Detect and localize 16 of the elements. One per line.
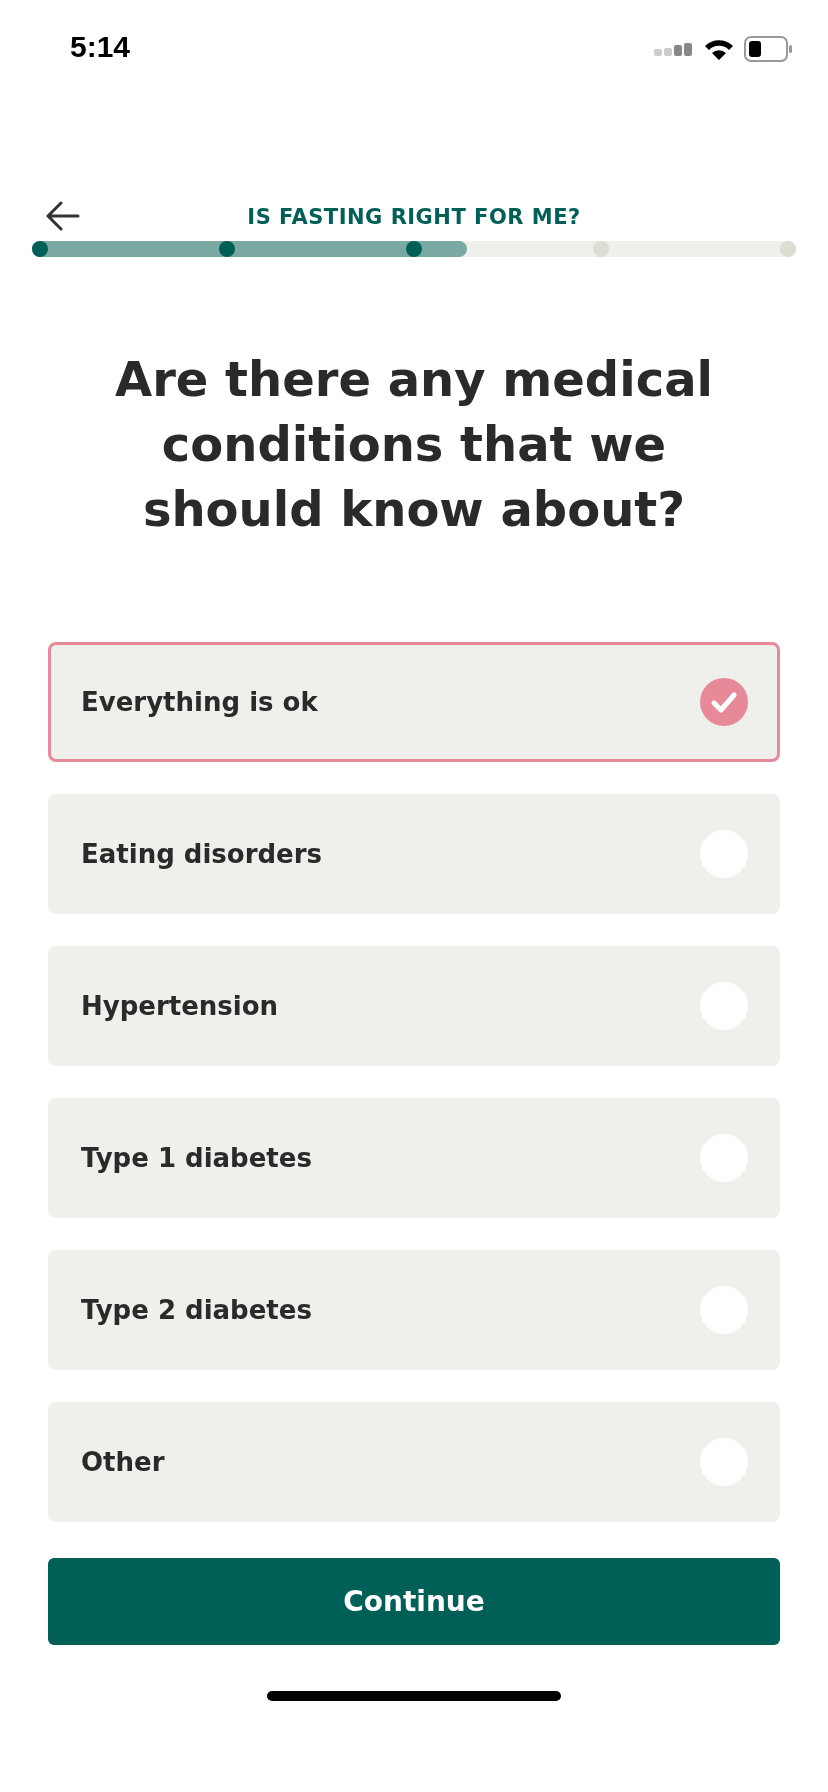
option-item[interactable]: Type 1 diabetes — [48, 1098, 780, 1218]
back-arrow-icon — [46, 201, 80, 231]
option-item[interactable]: Everything is ok — [48, 642, 780, 762]
option-item[interactable]: Eating disorders — [48, 794, 780, 914]
screen-title: IS FASTING RIGHT FOR ME? — [247, 205, 581, 229]
signal-icon — [654, 42, 694, 56]
option-item[interactable]: Other — [48, 1402, 780, 1522]
option-item[interactable]: Type 2 diabetes — [48, 1250, 780, 1370]
continue-button[interactable]: Continue — [48, 1558, 780, 1645]
wifi-icon — [704, 38, 734, 60]
battery-icon — [744, 36, 792, 62]
status-time: 5:14 — [70, 30, 131, 64]
question-heading: Are there any medical conditions that we should know about? — [114, 350, 714, 539]
back-button[interactable] — [46, 201, 80, 231]
option-item[interactable]: Hypertension — [48, 946, 780, 1066]
check-icon — [700, 678, 748, 726]
